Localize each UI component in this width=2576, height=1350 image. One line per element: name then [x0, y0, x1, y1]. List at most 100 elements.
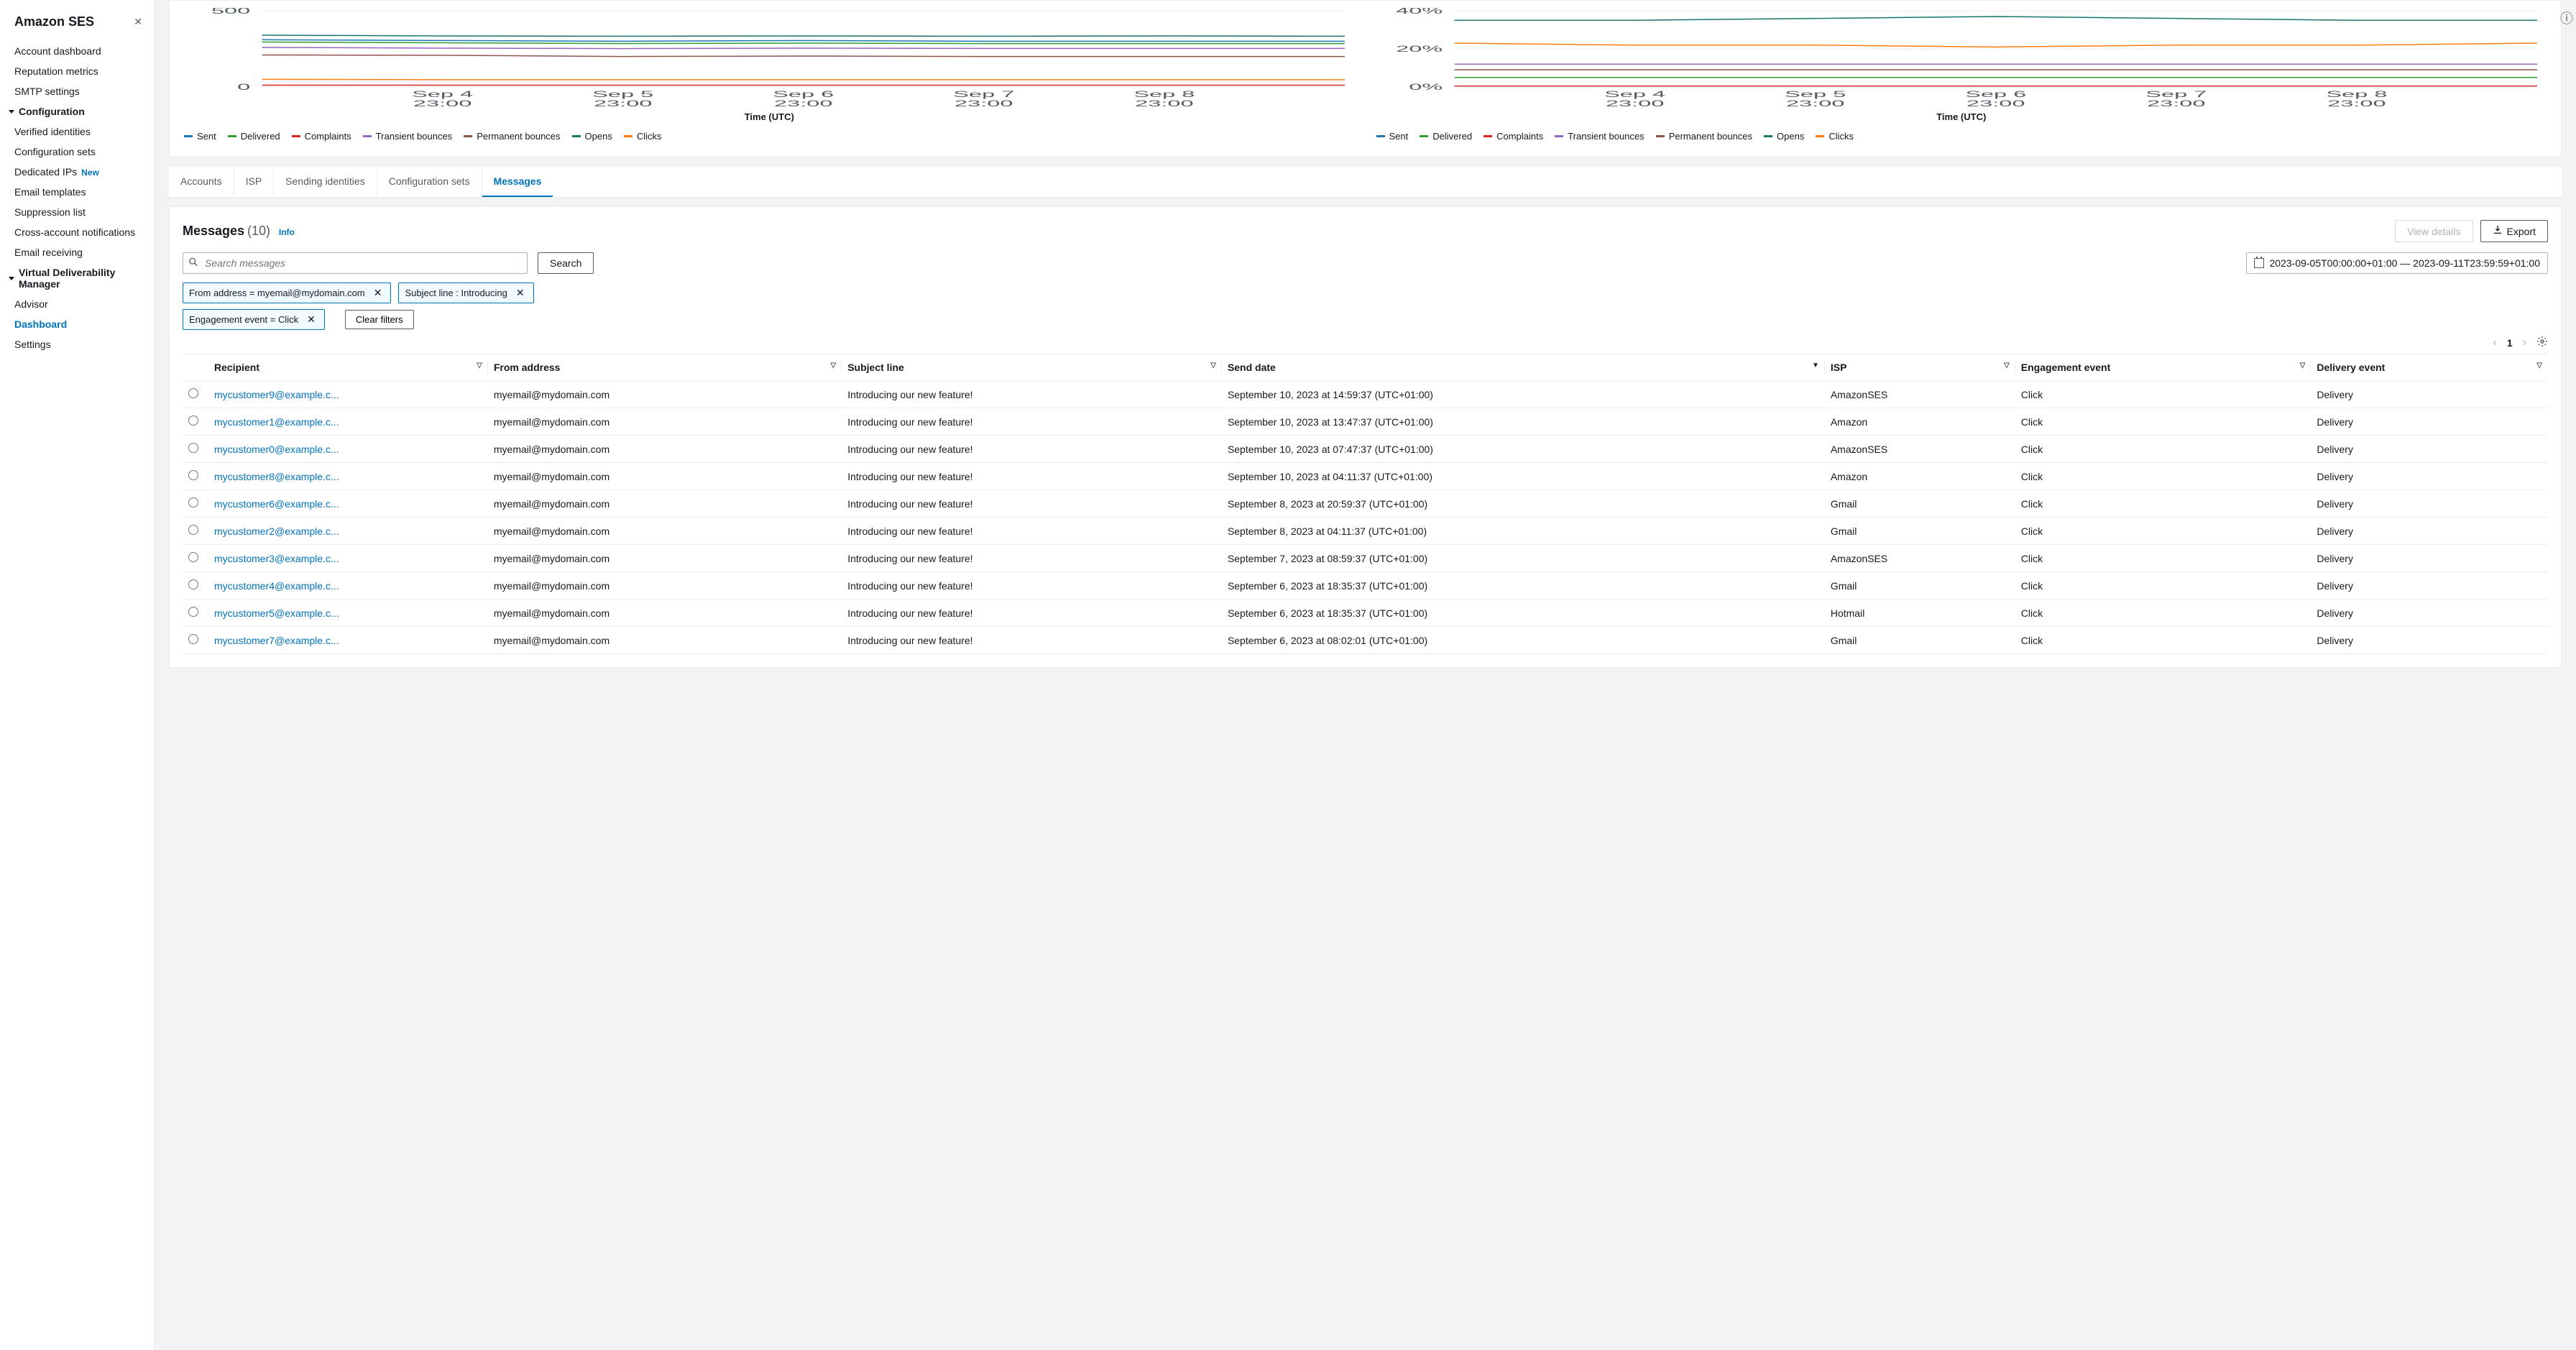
- sort-icon[interactable]: ▽: [831, 362, 837, 369]
- sidebar-item[interactable]: Advisor: [6, 294, 148, 314]
- cell-recipient[interactable]: mycustomer6@example.c...: [208, 490, 488, 518]
- cell-recipient[interactable]: mycustomer2@example.c...: [208, 518, 488, 545]
- tab-isp[interactable]: ISP: [234, 167, 275, 197]
- cell-recipient[interactable]: mycustomer4@example.c...: [208, 572, 488, 600]
- legend-swatch: [184, 135, 193, 137]
- column-header[interactable]: ISP▽: [1825, 354, 2015, 381]
- legend-item[interactable]: Transient bounces: [1555, 131, 1644, 142]
- caret-down-icon: [9, 110, 14, 114]
- sidebar-title: Amazon SES: [14, 14, 94, 29]
- column-header[interactable]: Send date▼: [1222, 354, 1825, 381]
- remove-filter-icon[interactable]: ✕: [513, 287, 528, 299]
- column-header[interactable]: Delivery event▽: [2311, 354, 2548, 381]
- column-header[interactable]: From address▽: [488, 354, 842, 381]
- date-range-picker[interactable]: 2023-09-05T00:00:00+01:00 — 2023-09-11T2…: [2246, 252, 2548, 274]
- tab-accounts[interactable]: Accounts: [169, 167, 234, 197]
- prev-page-icon[interactable]: ‹: [2493, 336, 2497, 349]
- legend-item[interactable]: Delivered: [1420, 131, 1472, 142]
- legend-item[interactable]: Complaints: [1484, 131, 1543, 142]
- view-details-button[interactable]: View details: [2395, 220, 2472, 242]
- cell-recipient[interactable]: mycustomer7@example.c...: [208, 627, 488, 654]
- cell-recipient[interactable]: mycustomer3@example.c...: [208, 545, 488, 572]
- sort-icon[interactable]: ▽: [2300, 362, 2306, 369]
- sidebar-item[interactable]: Verified identities: [6, 121, 148, 142]
- legend-item[interactable]: Transient bounces: [363, 131, 452, 142]
- row-radio[interactable]: [188, 497, 198, 508]
- column-header[interactable]: Recipient▽: [208, 354, 488, 381]
- cell-recipient[interactable]: mycustomer5@example.c...: [208, 600, 488, 627]
- cell-recipient[interactable]: mycustomer1@example.c...: [208, 408, 488, 436]
- sidebar-item[interactable]: Configuration sets: [6, 142, 148, 162]
- sort-icon[interactable]: ▼: [1812, 362, 1819, 369]
- sidebar-item[interactable]: Dedicated IPsNew: [6, 162, 148, 182]
- column-header[interactable]: Engagement event▽: [2015, 354, 2312, 381]
- rate-chart: 0%20%40%Sep 423:00Sep 523:00Sep 623:00Se…: [1376, 8, 2547, 109]
- tab-sending-identities[interactable]: Sending identities: [274, 167, 377, 197]
- table-row: mycustomer5@example.c...myemail@mydomain…: [183, 600, 2548, 627]
- sidebar-item[interactable]: Dashboard: [6, 314, 148, 334]
- tab-configuration-sets[interactable]: Configuration sets: [377, 167, 482, 197]
- remove-filter-icon[interactable]: ✕: [371, 287, 385, 299]
- sidebar-item[interactable]: Suppression list: [6, 202, 148, 222]
- info-link[interactable]: Info: [279, 227, 295, 237]
- cell-subject: Introducing our new feature!: [842, 572, 1222, 600]
- cell-recipient[interactable]: mycustomer9@example.c...: [208, 381, 488, 408]
- cell-eng: Click: [2015, 572, 2312, 600]
- legend-item[interactable]: Clicks: [1816, 131, 1854, 142]
- search-button[interactable]: Search: [538, 252, 594, 274]
- row-radio[interactable]: [188, 579, 198, 589]
- close-icon[interactable]: ✕: [134, 16, 142, 28]
- cell-from: myemail@mydomain.com: [488, 518, 842, 545]
- legend-item[interactable]: Permanent bounces: [1656, 131, 1752, 142]
- sort-icon[interactable]: ▽: [2004, 362, 2010, 369]
- sidebar-item[interactable]: Account dashboard: [6, 41, 148, 61]
- legend-item[interactable]: Opens: [572, 131, 612, 142]
- svg-text:23:00: 23:00: [594, 99, 652, 109]
- legend-item[interactable]: Complaints: [292, 131, 351, 142]
- row-radio[interactable]: [188, 443, 198, 453]
- cell-recipient[interactable]: mycustomer0@example.c...: [208, 436, 488, 463]
- row-radio[interactable]: [188, 415, 198, 426]
- cell-send: September 6, 2023 at 08:02:01 (UTC+01:00…: [1222, 627, 1825, 654]
- sidebar-item[interactable]: Settings: [6, 334, 148, 354]
- legend-item[interactable]: Permanent bounces: [464, 131, 560, 142]
- search-input[interactable]: [183, 252, 528, 274]
- legend-item[interactable]: Opens: [1764, 131, 1804, 142]
- next-page-icon[interactable]: ›: [2523, 336, 2526, 349]
- sidebar-item[interactable]: Cross-account notifications: [6, 222, 148, 242]
- gear-icon[interactable]: [2536, 336, 2548, 349]
- filter-chip: From address = myemail@mydomain.com✕: [183, 283, 391, 303]
- export-button[interactable]: Export: [2480, 220, 2548, 242]
- cell-send: September 6, 2023 at 18:35:37 (UTC+01:00…: [1222, 600, 1825, 627]
- sort-icon[interactable]: ▽: [1210, 362, 1216, 369]
- cell-recipient[interactable]: mycustomer8@example.c...: [208, 463, 488, 490]
- cell-del: Delivery: [2311, 572, 2548, 600]
- row-radio[interactable]: [188, 552, 198, 562]
- nav-section-vdm[interactable]: Virtual Deliverability Manager: [6, 262, 148, 294]
- sidebar-item[interactable]: Reputation metrics: [6, 61, 148, 81]
- clear-filters-button[interactable]: Clear filters: [345, 310, 414, 329]
- sidebar-item[interactable]: Email receiving: [6, 242, 148, 262]
- column-header[interactable]: Subject line▽: [842, 354, 1222, 381]
- row-radio[interactable]: [188, 607, 198, 617]
- sort-icon[interactable]: ▽: [2536, 362, 2542, 369]
- info-icon[interactable]: ⓘ: [2560, 9, 2573, 27]
- row-radio[interactable]: [188, 388, 198, 398]
- legend-swatch: [292, 135, 300, 137]
- row-radio[interactable]: [188, 470, 198, 480]
- legend-item[interactable]: Sent: [184, 131, 216, 142]
- remove-filter-icon[interactable]: ✕: [304, 313, 318, 326]
- nav-section-configuration[interactable]: Configuration: [6, 101, 148, 121]
- row-radio[interactable]: [188, 525, 198, 535]
- sidebar-item[interactable]: Email templates: [6, 182, 148, 202]
- tab-messages[interactable]: Messages: [482, 167, 553, 197]
- sort-icon[interactable]: ▽: [477, 362, 482, 369]
- legend-item[interactable]: Clicks: [624, 131, 662, 142]
- search-icon: [188, 257, 198, 270]
- sidebar-item[interactable]: SMTP settings: [6, 81, 148, 101]
- cell-send: September 10, 2023 at 07:47:37 (UTC+01:0…: [1222, 436, 1825, 463]
- legend-item[interactable]: Sent: [1376, 131, 1409, 142]
- row-radio[interactable]: [188, 634, 198, 644]
- legend-label: Delivered: [1432, 131, 1472, 142]
- legend-item[interactable]: Delivered: [228, 131, 280, 142]
